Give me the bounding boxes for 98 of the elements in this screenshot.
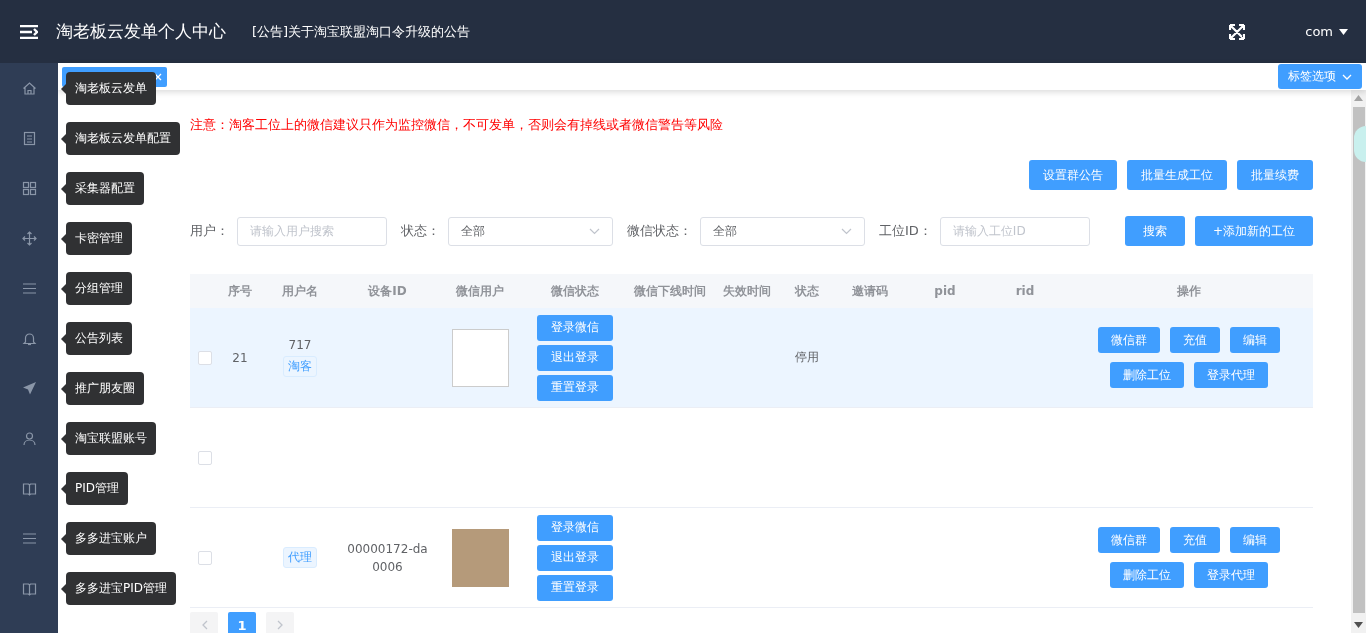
photo-placeholder <box>451 528 509 587</box>
action-button[interactable]: 设置群公告 <box>1029 160 1117 190</box>
document-icon[interactable] <box>21 130 37 146</box>
row-checkbox[interactable] <box>198 550 212 565</box>
list-icon[interactable] <box>21 530 37 546</box>
bell-icon[interactable] <box>21 330 37 346</box>
home-icon[interactable] <box>21 80 37 96</box>
filter-label: 微信状态： <box>627 222 692 240</box>
scroll-thumb[interactable] <box>1353 107 1365 613</box>
dropdown-value: 全部 <box>713 222 737 240</box>
column-header: 操作 <box>1176 282 1202 300</box>
tab-options-button[interactable]: 标签选项 <box>1278 64 1362 89</box>
warning-notice: 注意：淘客工位上的微信建议只作为监控微信，不可发单，否则会有掉线或者微信警告等风险 <box>190 116 724 134</box>
tooltip: 多多进宝PID管理 <box>61 572 176 605</box>
wechat-button[interactable]: 退出登录 <box>537 544 613 571</box>
column-header: 微信下线时间 <box>633 282 707 300</box>
list-icon[interactable] <box>21 280 37 296</box>
action-button[interactable]: 批量生成工位 <box>1127 160 1227 190</box>
row-action-button[interactable]: 充值 <box>1170 527 1220 553</box>
grid-icon[interactable] <box>21 180 37 196</box>
chevron-icon <box>1342 73 1352 80</box>
fullscreen-icon[interactable] <box>1229 23 1246 40</box>
page-button[interactable]: 1 <box>228 612 256 633</box>
device-id: 00000172-da <box>347 541 428 556</box>
row-action-button[interactable]: 登录代理 <box>1194 362 1268 388</box>
filter-button[interactable]: +添加新的工位 <box>1194 216 1313 246</box>
chevron-left-icon <box>200 620 208 630</box>
user-name: com <box>1305 24 1333 39</box>
tooltip: 公告列表 <box>61 322 132 355</box>
row-action-button[interactable]: 编辑 <box>1230 327 1280 353</box>
scrollbar[interactable] <box>1351 90 1366 633</box>
tooltip: 淘老板云发单配置 <box>61 122 180 155</box>
announcement-link[interactable]: [公告]关于淘宝联盟淘口令升级的公告 <box>252 22 471 41</box>
dropdown-value: 全部 <box>461 222 485 240</box>
close-icon[interactable] <box>154 72 162 81</box>
paper-plane-icon[interactable] <box>21 380 37 396</box>
column-header: 状态 <box>793 282 820 300</box>
column-header: 微信用户 <box>455 282 505 300</box>
wechat-button[interactable]: 重置登录 <box>537 574 613 601</box>
wechat-button[interactable]: 重置登录 <box>537 374 613 401</box>
filter-label: 工位ID： <box>879 222 932 240</box>
device-id: 0006 <box>372 559 403 574</box>
user-icon[interactable] <box>21 430 37 446</box>
status-text: 停用 <box>795 349 819 366</box>
table-row[interactable]: 21 717 淘客 登录微信 退出登录 重置登录 停用 微信群 充值 编辑 删除工位 登录代理 <box>190 308 1313 408</box>
search-field[interactable]: 请输入工位ID <box>939 216 1090 246</box>
book-icon[interactable] <box>21 580 37 596</box>
caret-icon <box>1339 28 1348 35</box>
row-number: 21 <box>232 350 248 365</box>
row-action-button[interactable]: 充值 <box>1170 327 1220 353</box>
scroll-down-icon[interactable] <box>1354 622 1363 628</box>
menu-icon[interactable] <box>20 24 38 39</box>
chevron-icon <box>589 227 600 235</box>
row-checkbox[interactable] <box>198 450 212 465</box>
status-dropdown[interactable]: 全部 <box>700 216 865 246</box>
column-header: 失效时间 <box>722 282 772 300</box>
status-dropdown[interactable]: 全部 <box>448 216 613 246</box>
tooltip: 多多进宝账户 <box>61 522 156 555</box>
tooltip: 推广朋友圈 <box>61 372 144 405</box>
tooltip: 淘宝联盟账号 <box>61 422 156 455</box>
username: 717 <box>288 338 312 352</box>
user-type-tag: 淘客 <box>283 356 317 377</box>
book-icon[interactable] <box>21 480 37 496</box>
tooltip: 卡密管理 <box>61 222 132 255</box>
avatar-placeholder <box>451 328 509 387</box>
tooltip: 采集器配置 <box>61 172 144 205</box>
user-type-tag: 代理 <box>283 547 317 568</box>
column-header: 设备ID <box>366 282 408 300</box>
wechat-button[interactable]: 退出登录 <box>537 344 613 371</box>
column-header: 序号 <box>227 282 253 300</box>
row-action-button[interactable]: 登录代理 <box>1194 562 1268 588</box>
tooltip: PID管理 <box>61 472 128 505</box>
row-checkbox[interactable] <box>198 350 212 365</box>
chevron-right-icon <box>276 620 284 630</box>
row-action-button[interactable]: 编辑 <box>1230 527 1280 553</box>
row-action-button[interactable]: 删除工位 <box>1110 362 1184 388</box>
action-button[interactable]: 批量续费 <box>1237 160 1313 190</box>
column-header: 微信状态 <box>550 282 600 300</box>
column-header: pid <box>933 283 957 300</box>
user-menu[interactable]: com <box>1305 24 1348 39</box>
chevron-icon <box>841 227 852 235</box>
tooltip: 分组管理 <box>61 272 132 305</box>
search-field[interactable]: 请输入用户搜索 <box>237 216 387 246</box>
wechat-button[interactable]: 登录微信 <box>537 314 613 341</box>
scroll-up-icon[interactable] <box>1354 95 1363 101</box>
row-action-button[interactable]: 微信群 <box>1098 327 1160 353</box>
wechat-button[interactable]: 登录微信 <box>537 514 613 541</box>
column-header: 邀请码 <box>851 282 889 300</box>
row-action-button[interactable]: 微信群 <box>1098 527 1160 553</box>
tooltip: 淘老板云发单 <box>61 72 156 105</box>
column-header: rid <box>1014 283 1036 300</box>
move-arrows-icon[interactable] <box>21 230 37 246</box>
app-title: 淘老板云发单个人中心 <box>56 20 226 43</box>
filter-label: 用户： <box>190 222 229 240</box>
filter-label: 状态： <box>401 222 440 240</box>
column-header: 用户名 <box>281 282 319 300</box>
row-action-button[interactable]: 删除工位 <box>1110 562 1184 588</box>
filter-button[interactable]: 搜索 <box>1124 216 1185 246</box>
